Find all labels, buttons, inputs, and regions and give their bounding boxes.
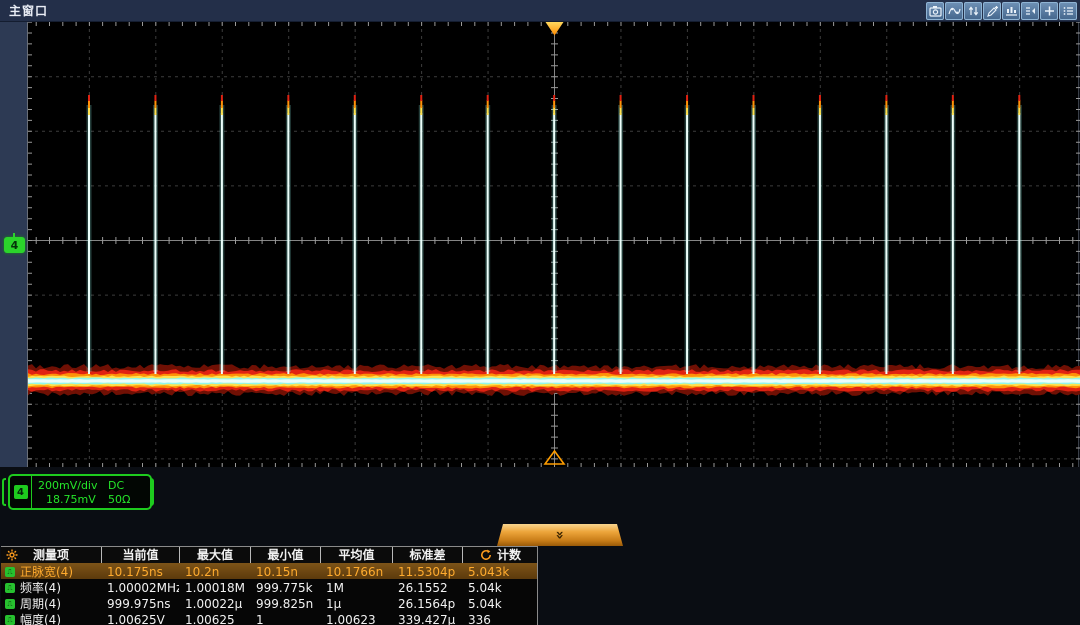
channel-coupling: DC (100, 479, 124, 492)
measurement-value: 999.825n (250, 597, 320, 611)
menu-list-button[interactable] (1059, 2, 1077, 20)
measurement-value: 10.1766n (320, 565, 392, 579)
channel-badge-wrap: 4 (10, 476, 32, 508)
column-header: 平均值 (320, 547, 392, 563)
measurement-value: 5.043k (462, 565, 538, 579)
measurement-value: 336 (462, 613, 538, 625)
channel-number-badge: 4 (14, 485, 28, 499)
column-header: 测量项 (1, 547, 101, 563)
measurement-header-row: 测量项当前值最大值最小值平均值标准差计数 (1, 547, 537, 563)
menu-list-icon (1062, 5, 1075, 17)
dock-panel-icon (1024, 5, 1037, 17)
measurement-value: 1.00022µ (179, 597, 250, 611)
gear-icon[interactable] (6, 549, 18, 565)
plus-button[interactable] (1040, 2, 1058, 20)
measurement-row[interactable]: ⎍幅度(4)1.00625V1.0062511.00623339.427µ336 (1, 611, 537, 625)
waveform-curve-icon (948, 5, 961, 17)
trigger-position-marker[interactable] (546, 22, 564, 36)
measurement-value: 1.00002MHz (101, 581, 179, 595)
measurement-value: 26.1564p (392, 597, 462, 611)
measurement-label: ⎍频率(4) (1, 579, 101, 596)
channel-measure-icon: ⎍ (5, 615, 15, 625)
channel4-info-box[interactable]: 4 200mV/div DC 18.75mV 50Ω (8, 474, 152, 510)
measurement-value: 1.00018M (179, 581, 250, 595)
measurement-value: 1 (250, 613, 320, 625)
column-header: 最小值 (250, 547, 320, 563)
channel-measure-icon: ⎍ (5, 583, 15, 593)
measurement-value: 1.00625V (101, 613, 179, 625)
measurement-value: 26.1552 (392, 581, 462, 595)
channel-measure-icon: ⎍ (5, 567, 15, 577)
measurement-value: 5.04k (462, 581, 538, 595)
measurement-row[interactable]: ⎍频率(4)1.00002MHz1.00018M999.775k1M26.155… (1, 579, 537, 595)
histogram-button[interactable] (1002, 2, 1020, 20)
measurement-table: 测量项当前值最大值最小值平均值标准差计数⎍正脉宽(4)10.175ns10.2n… (1, 546, 538, 625)
measurement-value: 5.04k (462, 597, 538, 611)
edit-plus-button[interactable] (983, 2, 1001, 20)
measurement-value: 339.427µ (392, 613, 462, 625)
screenshot-icon (929, 5, 942, 17)
refresh-icon[interactable] (480, 549, 492, 561)
measurement-label: ⎍周期(4) (1, 595, 101, 612)
column-header: 计数 (462, 547, 538, 563)
toolbar (926, 2, 1077, 20)
channel-measure-icon: ⎍ (5, 599, 15, 609)
column-header: 当前值 (101, 547, 179, 563)
dock-panel-button[interactable] (1021, 2, 1039, 20)
measurement-value: 1.00623 (320, 613, 392, 625)
chevrons-down-icon: » (553, 530, 567, 539)
measurement-value: 1µ (320, 597, 392, 611)
screenshot-button[interactable] (926, 2, 944, 20)
channel4-ground-marker[interactable]: 4 (4, 237, 25, 253)
measurement-row[interactable]: ⎍周期(4)999.975ns1.00022µ999.825n1µ26.1564… (1, 595, 537, 611)
window-title: 主窗口 (0, 2, 48, 19)
column-header: 最大值 (179, 547, 250, 563)
measurement-value: 10.2n (179, 565, 250, 579)
channel-scale: 200mV/div (32, 479, 100, 492)
measure-panel-collapse-handle[interactable]: » (497, 524, 623, 546)
waveform-curve-button[interactable] (945, 2, 963, 20)
measurement-row[interactable]: ⎍正脉宽(4)10.175ns10.2n10.15n10.1766n11.530… (1, 563, 537, 579)
channel-impedance: 50Ω (100, 493, 130, 506)
arrows-updown-button[interactable] (964, 2, 982, 20)
plus-icon (1043, 5, 1056, 17)
arrows-updown-icon (967, 5, 980, 17)
column-header: 标准差 (392, 547, 462, 563)
waveform-plot (28, 22, 1080, 467)
edit-plus-icon (986, 5, 999, 17)
measurement-label: ⎍幅度(4) (1, 611, 101, 625)
measurement-value: 10.175ns (101, 565, 179, 579)
histogram-icon (1005, 5, 1018, 17)
channel-box-bracket-left (2, 478, 6, 506)
waveform-display[interactable] (27, 22, 1079, 467)
measurement-value: 999.975ns (101, 597, 179, 611)
channel-offset: 18.75mV (32, 493, 100, 506)
titlebar: 主窗口 (0, 0, 1080, 22)
measurement-value: 1.00625 (179, 613, 250, 625)
measurement-value: 999.775k (250, 581, 320, 595)
measurement-value: 10.15n (250, 565, 320, 579)
measurement-value: 11.5304p (392, 565, 462, 579)
oscilloscope-window: 主窗口 (0, 0, 1080, 625)
measurement-label: ⎍正脉宽(4) (1, 563, 101, 580)
measurement-value: 1M (320, 581, 392, 595)
